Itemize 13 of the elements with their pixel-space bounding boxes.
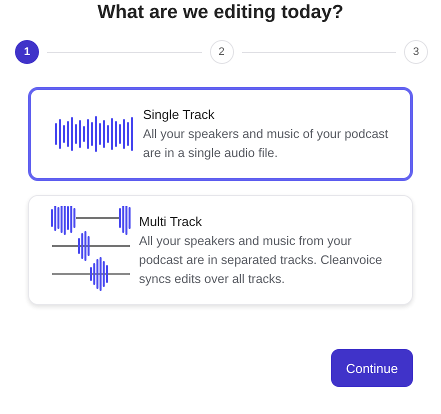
- continue-button[interactable]: Continue: [330, 349, 413, 387]
- multitrack-waveform-icon: [50, 206, 132, 294]
- step-indicator[interactable]: 1: [15, 40, 39, 64]
- step-indicator[interactable]: 3: [404, 40, 428, 64]
- option-description: All your speakers and music of your podcast are in a single audio file.: [143, 126, 390, 162]
- waveform-icon: [53, 114, 135, 154]
- option-card[interactable]: Single Track All your speakers and music of your podcast are in a single audio file.: [28, 87, 413, 181]
- option-title: Multi Track: [139, 212, 203, 230]
- page-title: What are we editing today?: [96, 1, 344, 25]
- option-description: All your speakers and music from your podcast are in separated tracks. Cleanvoice syncs edits over all tracks.: [139, 232, 384, 288]
- option-card[interactable]: Multi Track All your speakers and music from your podcast are in separated tracks. Cleanvoice syncs edits over all tracks.: [28, 195, 413, 305]
- option-title: Single Track: [143, 106, 216, 124]
- step-indicator[interactable]: 2: [210, 40, 234, 64]
